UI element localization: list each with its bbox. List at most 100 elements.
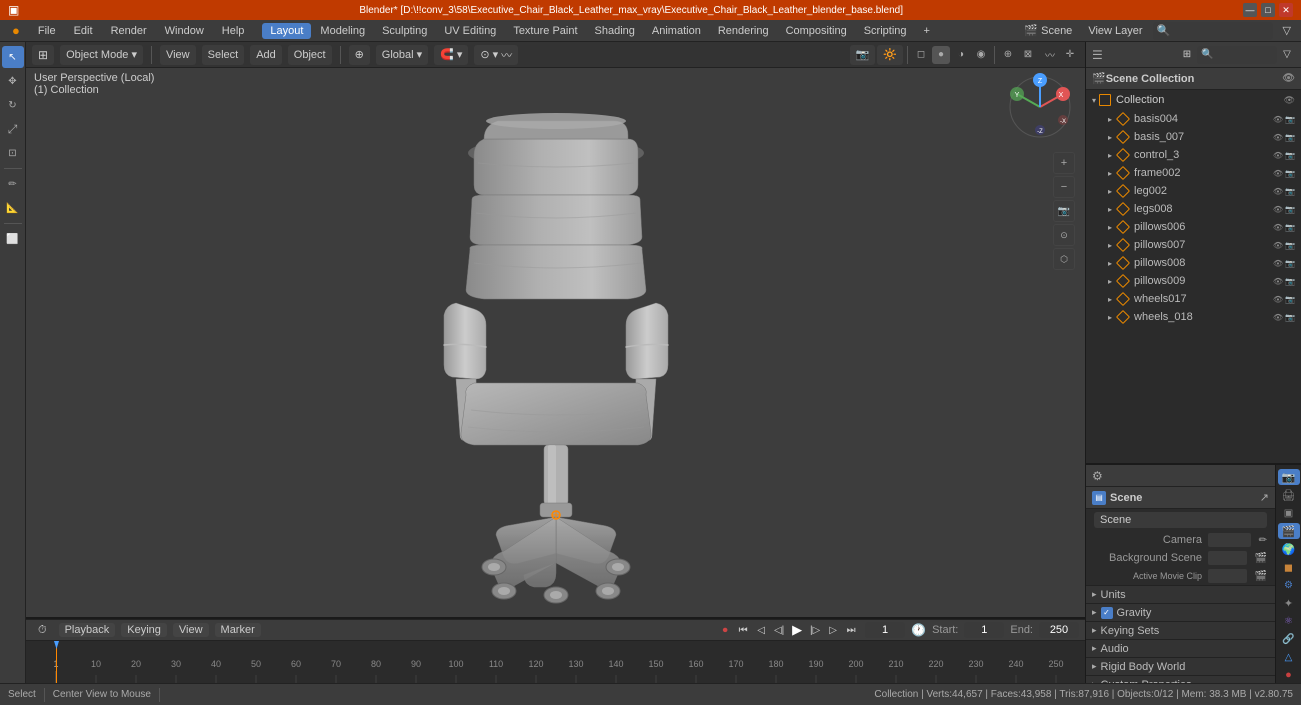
workspace-modeling[interactable]: Modeling xyxy=(312,23,373,39)
item-render-5[interactable]: 📷 xyxy=(1285,205,1295,214)
workspace-sculpting[interactable]: Sculpting xyxy=(374,23,435,39)
prev-keyframe-btn[interactable]: ◁| xyxy=(771,622,787,638)
bg-scene-icon[interactable]: 🎬 xyxy=(1255,553,1267,564)
item-vis-5[interactable]: 👁 xyxy=(1273,205,1283,214)
annotate-tool[interactable]: ✏ xyxy=(2,173,24,195)
scene-selector[interactable]: 🎬 Scene xyxy=(1018,21,1078,41)
item-vis-2[interactable]: 👁 xyxy=(1273,151,1283,160)
start-frame-input[interactable]: 1 xyxy=(964,622,1004,638)
measure-tool[interactable]: 📐 xyxy=(2,197,24,219)
world-props-btn[interactable]: 🌍 xyxy=(1278,541,1300,557)
outliner-item[interactable]: leg002 👁 📷 xyxy=(1086,182,1301,200)
snap-btn[interactable]: 🧲 ▾ xyxy=(434,45,468,65)
end-frame-input[interactable]: 250 xyxy=(1039,622,1079,638)
perspective-btn[interactable]: ⬡ xyxy=(1053,248,1075,270)
outliner-item[interactable]: wheels017 👁 📷 xyxy=(1086,290,1301,308)
editor-type-button[interactable]: ⊞ xyxy=(32,45,54,65)
outliner-item[interactable]: basis_007 👁 📷 xyxy=(1086,128,1301,146)
outliner-item[interactable]: frame002 👁 📷 xyxy=(1086,164,1301,182)
outliner-item[interactable]: pillows008 👁 📷 xyxy=(1086,254,1301,272)
outliner-item[interactable]: control_3 👁 📷 xyxy=(1086,146,1301,164)
workspace-animation[interactable]: Animation xyxy=(644,23,709,39)
view-menu-tl[interactable]: View xyxy=(173,623,209,637)
item-vis-10[interactable]: 👁 xyxy=(1273,295,1283,304)
render-props-btn[interactable]: 📷 xyxy=(1278,469,1300,485)
camera-view-btn[interactable]: 📷 xyxy=(1053,200,1075,222)
timeline-ruler[interactable]: 1 10 20 30 40 xyxy=(26,641,1085,683)
workspace-layout[interactable]: Layout xyxy=(262,23,311,39)
scene-expand-icon[interactable]: ↗ xyxy=(1260,491,1269,504)
item-vis-9[interactable]: 👁 xyxy=(1273,277,1283,286)
outliner-filter[interactable]: ▽ xyxy=(1279,47,1295,63)
item-render-2[interactable]: 📷 xyxy=(1285,151,1295,160)
item-render-0[interactable]: 📷 xyxy=(1285,115,1295,124)
item-render-4[interactable]: 📷 xyxy=(1285,187,1295,196)
maximize-button[interactable]: □ xyxy=(1261,3,1275,17)
play-btn[interactable]: ▶ xyxy=(789,622,805,638)
item-render-6[interactable]: 📷 xyxy=(1285,223,1295,232)
menu-file[interactable]: File xyxy=(30,23,64,39)
transform-orientation-btn[interactable]: Global ▾ xyxy=(376,45,428,65)
zoom-out-btn[interactable]: − xyxy=(1053,176,1075,198)
view-layer-selector[interactable]: View Layer xyxy=(1082,21,1148,41)
add-cube-tool[interactable]: ⬜ xyxy=(2,228,24,250)
viewport-camera-btn[interactable]: 📷 xyxy=(850,45,876,65)
menu-edit[interactable]: Edit xyxy=(66,23,101,39)
data-props-btn[interactable]: △ xyxy=(1278,649,1300,665)
proportional-btn[interactable]: ⊙ ▾ 〰 xyxy=(474,45,518,65)
focus-btn[interactable]: ⊙ xyxy=(1053,224,1075,246)
item-render-11[interactable]: 📷 xyxy=(1285,313,1295,322)
search-bar[interactable]: 🔍 xyxy=(1153,22,1273,40)
camera-edit-icon[interactable]: ✏ xyxy=(1259,535,1267,546)
movie-clip-value[interactable] xyxy=(1208,569,1247,583)
record-btn[interactable]: ⏺ xyxy=(717,622,733,638)
close-button[interactable]: ✕ xyxy=(1279,3,1293,17)
add-menu-btn[interactable]: Add xyxy=(250,45,282,65)
keying-menu[interactable]: Keying xyxy=(121,623,167,637)
item-vis-6[interactable]: 👁 xyxy=(1273,223,1283,232)
minimize-button[interactable]: — xyxy=(1243,3,1257,17)
xray-btn[interactable]: ⊠ xyxy=(1019,46,1037,64)
solid-shading[interactable]: ● xyxy=(932,46,950,64)
outliner-item[interactable]: pillows009 👁 📷 xyxy=(1086,272,1301,290)
outliner-search[interactable]: 🔍 xyxy=(1197,46,1277,64)
particles-props-btn[interactable]: ✦ xyxy=(1278,595,1300,611)
physics-props-btn[interactable]: ⚛ xyxy=(1278,613,1300,629)
workspace-compositing[interactable]: Compositing xyxy=(778,23,855,39)
viewport-render-btn[interactable]: 🔆 xyxy=(877,45,903,65)
overlay-btn[interactable]: ⊕ xyxy=(999,46,1017,64)
menu-render[interactable]: Render xyxy=(103,23,155,39)
transform-pivot-btn[interactable]: ⊕ xyxy=(349,45,370,65)
object-props-btn[interactable]: ◼ xyxy=(1278,559,1300,575)
menu-blender[interactable]: ● xyxy=(4,21,28,40)
outliner-item[interactable]: pillows006 👁 📷 xyxy=(1086,218,1301,236)
rendered-shading[interactable]: ◉ xyxy=(972,46,990,64)
item-render-1[interactable]: 📷 xyxy=(1285,133,1295,142)
next-frame-btn[interactable]: ▷ xyxy=(825,622,841,638)
item-render-9[interactable]: 📷 xyxy=(1285,277,1295,286)
output-props-btn[interactable]: 🖨 xyxy=(1278,487,1300,503)
navigation-gizmo[interactable]: X Y Z -X -Z xyxy=(1005,72,1075,142)
transform-tool[interactable]: ⊡ xyxy=(2,142,24,164)
jump-end-btn[interactable]: ⏭ xyxy=(843,622,859,638)
scene-name-input[interactable]: Scene xyxy=(1094,512,1267,528)
marker-menu[interactable]: Marker xyxy=(215,623,261,637)
wireframe-shading[interactable]: ◻ xyxy=(912,46,930,64)
workspace-add[interactable]: + xyxy=(916,23,938,39)
modifiers-props-btn[interactable]: ⚙ xyxy=(1278,577,1300,593)
gravity-section[interactable]: ✓ Gravity xyxy=(1086,603,1275,621)
next-keyframe-btn[interactable]: |▷ xyxy=(807,622,823,638)
filter-button[interactable]: ▽ xyxy=(1277,21,1297,41)
vis-icon[interactable]: 👁 xyxy=(1282,73,1295,84)
item-render-7[interactable]: 📷 xyxy=(1285,241,1295,250)
timeline-editor-type[interactable]: ⏱ xyxy=(32,620,53,640)
bg-scene-value[interactable] xyxy=(1208,551,1247,565)
snap-header-btn[interactable]: 〰 xyxy=(1041,46,1059,64)
material-props-btn[interactable]: ● xyxy=(1278,667,1300,683)
keying-sets-section[interactable]: Keying Sets xyxy=(1086,621,1275,639)
menu-help[interactable]: Help xyxy=(214,23,253,39)
movie-clip-icon[interactable]: 🎬 xyxy=(1255,571,1267,582)
rigid-body-section[interactable]: Rigid Body World xyxy=(1086,657,1275,675)
item-render-10[interactable]: 📷 xyxy=(1285,295,1295,304)
workspace-uv-editing[interactable]: UV Editing xyxy=(436,23,504,39)
